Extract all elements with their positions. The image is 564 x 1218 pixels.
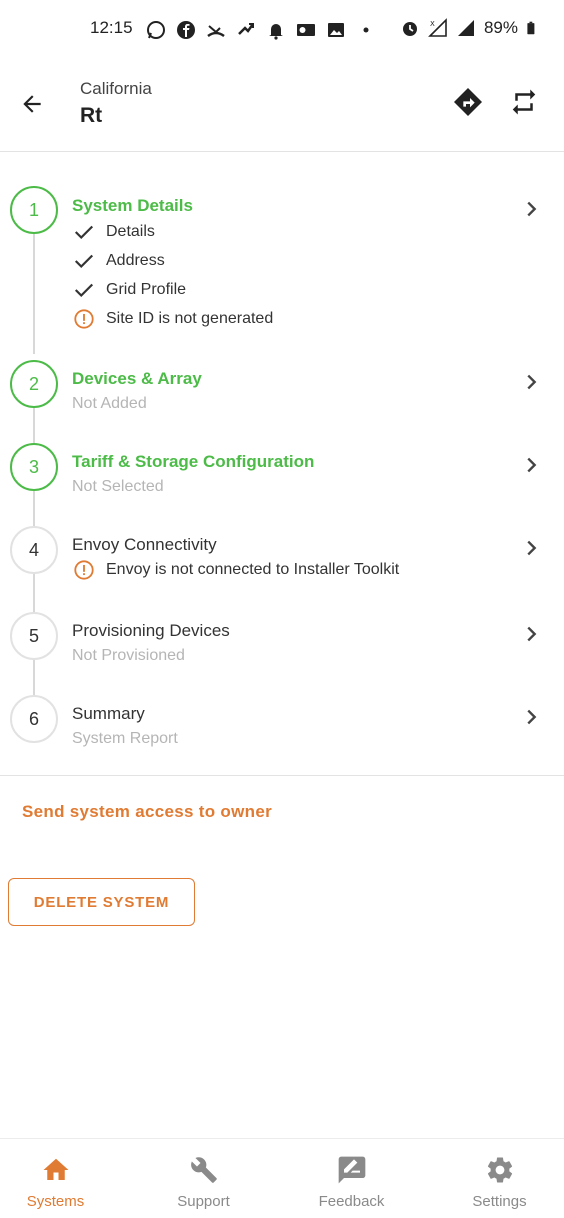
nav-settings[interactable]: Settings bbox=[429, 1139, 564, 1218]
feedback-icon bbox=[335, 1153, 369, 1187]
bell-icon bbox=[269, 24, 283, 40]
step-subtitle: Not Provisioned bbox=[72, 647, 185, 664]
step-subtitle: Not Selected bbox=[72, 478, 164, 495]
warning-label: Envoy is not connected to Installer Tool… bbox=[106, 561, 400, 578]
directions-button[interactable] bbox=[450, 84, 486, 120]
delete-system-button[interactable]: DELETE SYSTEM bbox=[8, 878, 195, 926]
step-title: Provisioning Devices bbox=[72, 621, 230, 640]
step-connector bbox=[33, 660, 35, 696]
whatsapp-icon bbox=[147, 21, 165, 39]
nav-feedback[interactable]: Feedback bbox=[281, 1139, 422, 1218]
gear-icon bbox=[483, 1153, 517, 1187]
chevron-right-icon bbox=[520, 198, 542, 220]
check-item-label: Details bbox=[106, 223, 155, 240]
step-subtitle: System Report bbox=[72, 730, 178, 747]
step-subtitle: Not Added bbox=[72, 395, 147, 412]
facebook-icon bbox=[177, 21, 195, 39]
step-number-badge: 6 bbox=[10, 695, 58, 743]
warning-icon bbox=[72, 558, 96, 582]
check-item-label: Address bbox=[106, 252, 165, 269]
image-icon bbox=[328, 23, 344, 37]
repeat-icon bbox=[512, 89, 536, 115]
chevron-right-icon bbox=[520, 623, 542, 645]
chevron-right-icon bbox=[520, 454, 542, 476]
envoy-warning: Envoy is not connected to Installer Tool… bbox=[72, 558, 399, 582]
step-system-details[interactable]: 1 System Details Details Address Grid Pr… bbox=[0, 186, 564, 336]
step-tariff-storage[interactable]: 3 Tariff & Storage Configuration Not Sel… bbox=[0, 443, 564, 495]
step-number-badge: 1 bbox=[10, 186, 58, 234]
step-title: Summary bbox=[72, 704, 145, 723]
nav-label: Feedback bbox=[318, 1193, 385, 1210]
directions-icon bbox=[454, 88, 482, 116]
outlook-icon bbox=[297, 24, 315, 36]
step-title: System Details bbox=[72, 196, 193, 215]
signal-x-icon: X bbox=[428, 18, 447, 37]
dot-icon bbox=[363, 27, 369, 33]
battery-level: 89% bbox=[483, 18, 518, 37]
check-icon bbox=[72, 220, 96, 244]
step-title: Tariff & Storage Configuration bbox=[72, 452, 315, 471]
notification-icons bbox=[146, 20, 376, 40]
system-icons: X 89% bbox=[400, 18, 540, 38]
missed-call-icon bbox=[207, 25, 225, 38]
check-item-details: Details bbox=[72, 220, 155, 244]
wrench-icon bbox=[187, 1153, 221, 1187]
step-title: Envoy Connectivity bbox=[72, 535, 217, 554]
status-bar: 12:15 X 89% bbox=[0, 0, 564, 60]
status-time: 12:15 bbox=[90, 18, 133, 37]
arrow-left-icon bbox=[23, 95, 41, 113]
app-header: California Rt bbox=[0, 60, 564, 152]
check-item-grid-profile: Grid Profile bbox=[72, 278, 186, 302]
step-number-badge: 3 bbox=[10, 443, 58, 491]
svg-text:X: X bbox=[430, 20, 435, 28]
check-item-site-id: Site ID is not generated bbox=[72, 307, 273, 331]
bottom-nav: Systems Support Feedback Settings bbox=[0, 1138, 564, 1218]
chevron-right-icon bbox=[520, 706, 542, 728]
chevron-right-icon bbox=[520, 371, 542, 393]
step-envoy-connectivity[interactable]: 4 Envoy Connectivity Envoy is not connec… bbox=[0, 526, 564, 580]
signal-icon bbox=[457, 20, 474, 36]
home-icon bbox=[39, 1153, 73, 1187]
page-title: Rt bbox=[80, 104, 103, 127]
nav-systems[interactable]: Systems bbox=[0, 1139, 126, 1218]
nav-label: Settings bbox=[472, 1193, 527, 1210]
system-state: California bbox=[80, 79, 152, 98]
nav-label: Support bbox=[177, 1193, 230, 1210]
step-connector bbox=[33, 574, 35, 612]
back-button[interactable] bbox=[14, 86, 50, 122]
check-item-address: Address bbox=[72, 249, 165, 273]
battery-icon bbox=[527, 21, 535, 35]
switch-system-button[interactable] bbox=[506, 84, 542, 120]
step-title: Devices & Array bbox=[72, 369, 202, 388]
alarm-icon bbox=[402, 22, 417, 36]
step-connector bbox=[33, 408, 35, 446]
warning-icon bbox=[72, 307, 96, 331]
signal-boost-icon bbox=[238, 23, 255, 35]
step-summary[interactable]: 6 Summary System Report bbox=[0, 695, 564, 747]
step-number-badge: 4 bbox=[10, 526, 58, 574]
step-number-badge: 5 bbox=[10, 612, 58, 660]
nav-support[interactable]: Support bbox=[133, 1139, 274, 1218]
check-item-label: Site ID is not generated bbox=[106, 310, 274, 327]
check-icon bbox=[72, 278, 96, 302]
chevron-right-icon bbox=[520, 537, 542, 559]
step-connector bbox=[33, 491, 35, 529]
nav-label: Systems bbox=[26, 1193, 85, 1210]
step-number-badge: 2 bbox=[10, 360, 58, 408]
setup-steps: 1 System Details Details Address Grid Pr… bbox=[0, 152, 564, 776]
check-item-label: Grid Profile bbox=[106, 281, 187, 298]
send-access-link[interactable]: Send system access to owner bbox=[22, 802, 272, 822]
check-icon bbox=[72, 249, 96, 273]
step-devices-array[interactable]: 2 Devices & Array Not Added bbox=[0, 360, 564, 412]
step-provisioning-devices[interactable]: 5 Provisioning Devices Not Provisioned bbox=[0, 612, 564, 664]
